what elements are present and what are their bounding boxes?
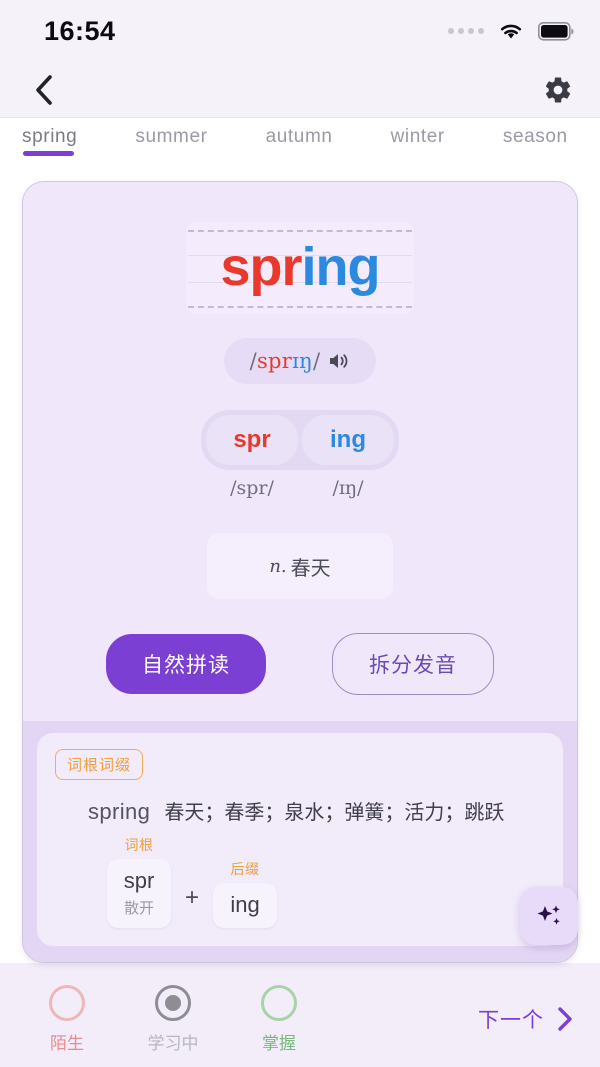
speaker-icon[interactable] bbox=[328, 351, 350, 371]
ai-assistant-button[interactable] bbox=[520, 887, 578, 945]
learning-status-group: 陌生 学习中 掌握 bbox=[30, 984, 316, 1054]
chevron-right-icon bbox=[558, 1007, 572, 1031]
word-tab-bar[interactable]: spring summer autumn winter season p bbox=[0, 118, 600, 168]
unknown-ring-icon bbox=[49, 984, 85, 1021]
word-text: spring bbox=[220, 237, 381, 297]
syllable-phonetic-rime: /ɪŋ/ bbox=[332, 477, 364, 499]
guide-line-bottom bbox=[188, 306, 412, 308]
chevron-left-icon bbox=[36, 74, 52, 105]
word-card: spring /sprɪŋ/ spr ing /spr/ /ɪŋ/ n. 春天 … bbox=[22, 181, 578, 963]
tab-season[interactable]: season bbox=[503, 118, 568, 148]
syllable-phonetic-onset: /spr/ bbox=[230, 477, 274, 499]
definition-text: 春天 bbox=[290, 557, 331, 580]
phonetic-part-onset: spr bbox=[256, 349, 293, 373]
tab-summer[interactable]: summer bbox=[135, 118, 207, 148]
battery-full-icon bbox=[538, 21, 574, 41]
affix-panel: 词根词缀 spring 春天；春季；泉水；弹簧；活力；跳跃 词根 spr 散开 bbox=[37, 733, 563, 946]
syllable-group: spr ing bbox=[201, 410, 399, 470]
morpheme-plus-sign: + bbox=[185, 884, 200, 911]
morpheme-root-box[interactable]: spr 散开 bbox=[107, 859, 171, 928]
app-screen: 16:54 spring summer autumn winter season… bbox=[0, 0, 600, 1067]
morpheme-root-gloss: 散开 bbox=[123, 900, 154, 917]
phonetic-chip[interactable]: /sprɪŋ/ bbox=[223, 338, 377, 384]
status-option-learning[interactable]: 学习中 bbox=[136, 984, 210, 1054]
syllable-rime-text: ing bbox=[330, 426, 366, 453]
tab-spring[interactable]: spring bbox=[22, 118, 77, 156]
nav-bar bbox=[0, 62, 600, 118]
affix-word-row: spring 春天；春季；泉水；弹簧；活力；跳跃 bbox=[55, 796, 545, 825]
tab-autumn[interactable]: autumn bbox=[266, 118, 333, 148]
phonetic-part-rime: ɪŋ bbox=[292, 349, 313, 373]
learning-ring-icon bbox=[155, 984, 191, 1021]
morpheme-suffix-text: ing bbox=[230, 892, 260, 917]
syllable-chip-onset[interactable]: spr bbox=[206, 415, 298, 465]
system-status-bar: 16:54 bbox=[0, 0, 600, 62]
signal-dots-icon bbox=[448, 28, 484, 34]
affix-word: spring bbox=[88, 799, 151, 824]
next-word-label: 下一个 bbox=[478, 1009, 544, 1032]
split-pronunciation-button[interactable]: 拆分发音 bbox=[332, 633, 494, 695]
mastered-ring-icon bbox=[261, 984, 297, 1021]
status-label-unknown: 陌生 bbox=[50, 1033, 84, 1053]
affix-section: 词根词缀 spring 春天；春季；泉水；弹簧；活力；跳跃 词根 spr 散开 bbox=[23, 721, 577, 962]
phonetic-text: /sprɪŋ/ bbox=[250, 349, 321, 373]
back-button[interactable] bbox=[24, 70, 64, 110]
morpheme-suffix[interactable]: 后缀 ing bbox=[213, 859, 278, 928]
morpheme-root[interactable]: 词根 spr 散开 bbox=[107, 835, 171, 928]
word-display: spring bbox=[186, 222, 414, 314]
action-buttons: 自然拼读 拆分发音 bbox=[106, 633, 494, 695]
morpheme-breakdown: 词根 spr 散开 + 后缀 ing bbox=[55, 835, 545, 928]
status-option-mastered[interactable]: 掌握 bbox=[242, 984, 316, 1054]
tab-winter[interactable]: winter bbox=[391, 118, 445, 148]
morpheme-root-tag: 词根 bbox=[124, 837, 154, 853]
wifi-icon bbox=[497, 21, 525, 41]
sparkles-icon bbox=[537, 905, 560, 925]
status-option-unknown[interactable]: 陌生 bbox=[30, 984, 104, 1054]
phonetic-slash-open: / bbox=[249, 349, 257, 373]
affix-badge: 词根词缀 bbox=[55, 749, 144, 780]
status-label-learning: 学习中 bbox=[147, 1033, 199, 1053]
morpheme-suffix-box[interactable]: ing bbox=[213, 883, 278, 928]
guide-line-top bbox=[188, 230, 412, 232]
morpheme-root-text: spr bbox=[123, 868, 155, 893]
status-indicators bbox=[448, 21, 574, 41]
word-part-onset: spr bbox=[220, 237, 302, 297]
syllable-onset-text: spr bbox=[233, 426, 271, 453]
status-label-mastered: 掌握 bbox=[262, 1033, 296, 1053]
part-of-speech: n. bbox=[269, 555, 287, 577]
phonetic-slash-close: / bbox=[313, 349, 321, 373]
syllable-chip-rime[interactable]: ing bbox=[302, 415, 394, 465]
status-time: 16:54 bbox=[44, 15, 116, 46]
affix-meanings: 春天；春季；泉水；弹簧；活力；跳跃 bbox=[164, 802, 505, 824]
settings-button[interactable] bbox=[538, 70, 578, 110]
next-word-button[interactable]: 下一个 bbox=[478, 1004, 574, 1034]
phonics-button[interactable]: 自然拼读 bbox=[106, 634, 266, 694]
word-part-rime: ing bbox=[301, 237, 381, 297]
bottom-action-bar: 陌生 学习中 掌握 下一个 bbox=[0, 963, 600, 1067]
content-area: spring /sprɪŋ/ spr ing /spr/ /ɪŋ/ n. 春天 … bbox=[0, 168, 600, 963]
morpheme-suffix-tag: 后缀 bbox=[230, 861, 260, 877]
syllable-phonetics: /spr/ /ɪŋ/ bbox=[201, 477, 399, 499]
definition-panel: n. 春天 bbox=[207, 533, 393, 599]
word-card-main: spring /sprɪŋ/ spr ing /spr/ /ɪŋ/ n. 春天 … bbox=[23, 182, 577, 721]
gear-icon bbox=[545, 76, 571, 103]
